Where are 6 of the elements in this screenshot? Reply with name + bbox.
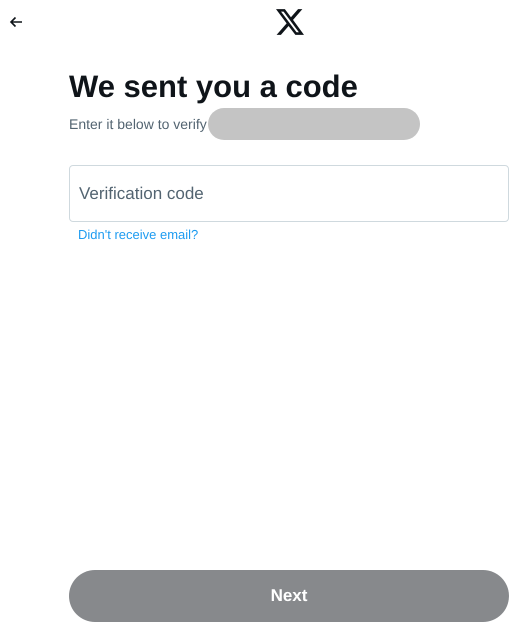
subtitle: Enter it below to verify [69, 116, 207, 132]
resend-link[interactable]: Didn't receive email? [78, 227, 198, 242]
page-heading: We sent you a code [69, 68, 359, 106]
back-button[interactable] [8, 14, 24, 30]
verification-code-field[interactable]: Verification code [69, 165, 509, 222]
x-logo-icon [276, 9, 304, 35]
